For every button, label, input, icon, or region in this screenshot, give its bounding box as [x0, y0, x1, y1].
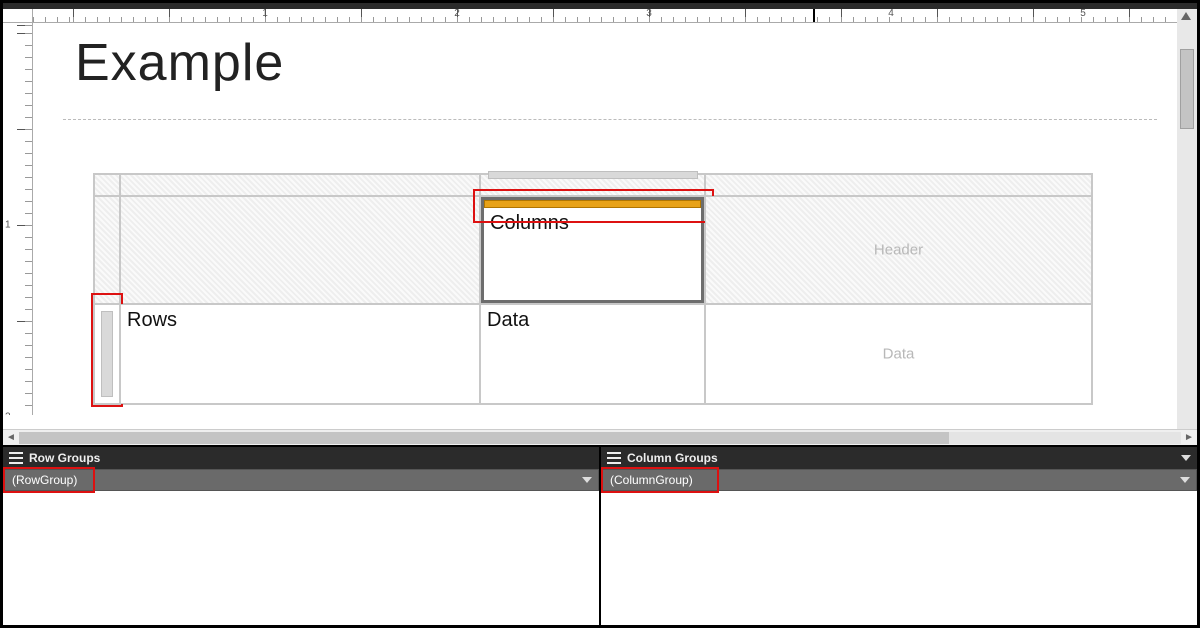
report-title-textbox[interactable]: Example: [75, 33, 284, 93]
row-group-item-label: (RowGroup): [12, 473, 77, 487]
report-page[interactable]: Example: [63, 33, 1157, 415]
static-column-handle[interactable]: [705, 174, 1092, 196]
vertical-scroll-thumb[interactable]: [1180, 49, 1194, 129]
title-guide-line: [63, 119, 1157, 120]
column-groups-body[interactable]: [601, 491, 1197, 625]
column-group-selected-box[interactable]: Columns: [481, 197, 704, 303]
ruler-h-number: 1: [262, 9, 268, 19]
ruler-v-number: 1: [5, 220, 11, 231]
row-group-drag-bar[interactable]: [101, 311, 113, 397]
scroll-left-arrow-icon[interactable]: ◄: [3, 432, 19, 443]
horizontal-scroll-track[interactable]: [19, 432, 1181, 444]
row-group-item[interactable]: (RowGroup): [3, 469, 599, 491]
column-group-drag-bar[interactable]: [488, 171, 698, 179]
static-data-cell[interactable]: Data: [705, 304, 1092, 404]
column-group-header-cell[interactable]: Columns: [480, 196, 705, 304]
row-group-cell[interactable]: Rows: [120, 304, 480, 404]
scroll-right-arrow-icon[interactable]: ►: [1181, 432, 1197, 443]
header-placeholder-text: Header: [706, 242, 1091, 259]
horizontal-scrollbar[interactable]: ◄ ►: [3, 429, 1197, 445]
rows-cell-label: Rows: [127, 309, 177, 332]
data-cell-label: Data: [487, 309, 529, 332]
tablix-corner-body[interactable]: [120, 196, 480, 304]
column-group-handle[interactable]: [480, 174, 705, 196]
data-cell[interactable]: Data: [480, 304, 705, 404]
columns-cell-label: Columns: [490, 212, 569, 235]
vertical-scrollbar[interactable]: [1177, 9, 1197, 429]
horizontal-scroll-thumb[interactable]: [19, 432, 949, 444]
vertical-ruler[interactable]: 1 2: [3, 23, 33, 415]
static-header-cell[interactable]: Header: [705, 196, 1092, 304]
ruler-corner: [3, 9, 33, 23]
row-groups-column: Row Groups (RowGroup): [3, 447, 601, 625]
design-surface: 1 2 3 4 5 1 2 Example: [3, 9, 1197, 429]
tablix-corner-cell[interactable]: [120, 174, 480, 196]
column-group-item-label: (ColumnGroup): [610, 473, 693, 487]
dropdown-arrow-icon[interactable]: [1181, 455, 1191, 461]
ruler-v-number: 2: [5, 412, 11, 416]
ruler-h-number: 5: [1080, 9, 1086, 19]
column-groups-column: Column Groups (ColumnGroup): [601, 447, 1197, 625]
report-canvas[interactable]: Example: [33, 23, 1177, 415]
row-group-handle[interactable]: [94, 304, 120, 404]
tablix-region[interactable]: Columns Header: [93, 173, 1093, 405]
tablix-corner-handle[interactable]: [94, 174, 120, 196]
grouping-pane: Row Groups (RowGroup) Column Groups (Col…: [3, 445, 1197, 625]
ruler-h-number: 4: [888, 9, 894, 19]
column-group-gold-bar[interactable]: [484, 200, 701, 208]
grid-icon: [9, 452, 23, 464]
ruler-h-number: 3: [646, 9, 652, 19]
dropdown-arrow-icon[interactable]: [1180, 477, 1190, 483]
row-groups-title: Row Groups: [29, 451, 100, 465]
dropdown-arrow-icon[interactable]: [582, 477, 592, 483]
row-handle-header[interactable]: [94, 196, 120, 304]
data-placeholder-text: Data: [706, 346, 1091, 363]
row-groups-header[interactable]: Row Groups: [3, 447, 599, 469]
scroll-up-arrow-icon[interactable]: [1181, 12, 1191, 20]
horizontal-ruler[interactable]: 1 2 3 4 5: [33, 9, 1177, 23]
ruler-h-number: 2: [454, 9, 460, 19]
column-groups-header[interactable]: Column Groups: [601, 447, 1197, 469]
grid-icon: [607, 452, 621, 464]
row-groups-body[interactable]: [3, 491, 599, 625]
ruler-h-marker[interactable]: [813, 9, 815, 22]
column-group-item[interactable]: (ColumnGroup): [601, 469, 1197, 491]
column-groups-title: Column Groups: [627, 451, 718, 465]
